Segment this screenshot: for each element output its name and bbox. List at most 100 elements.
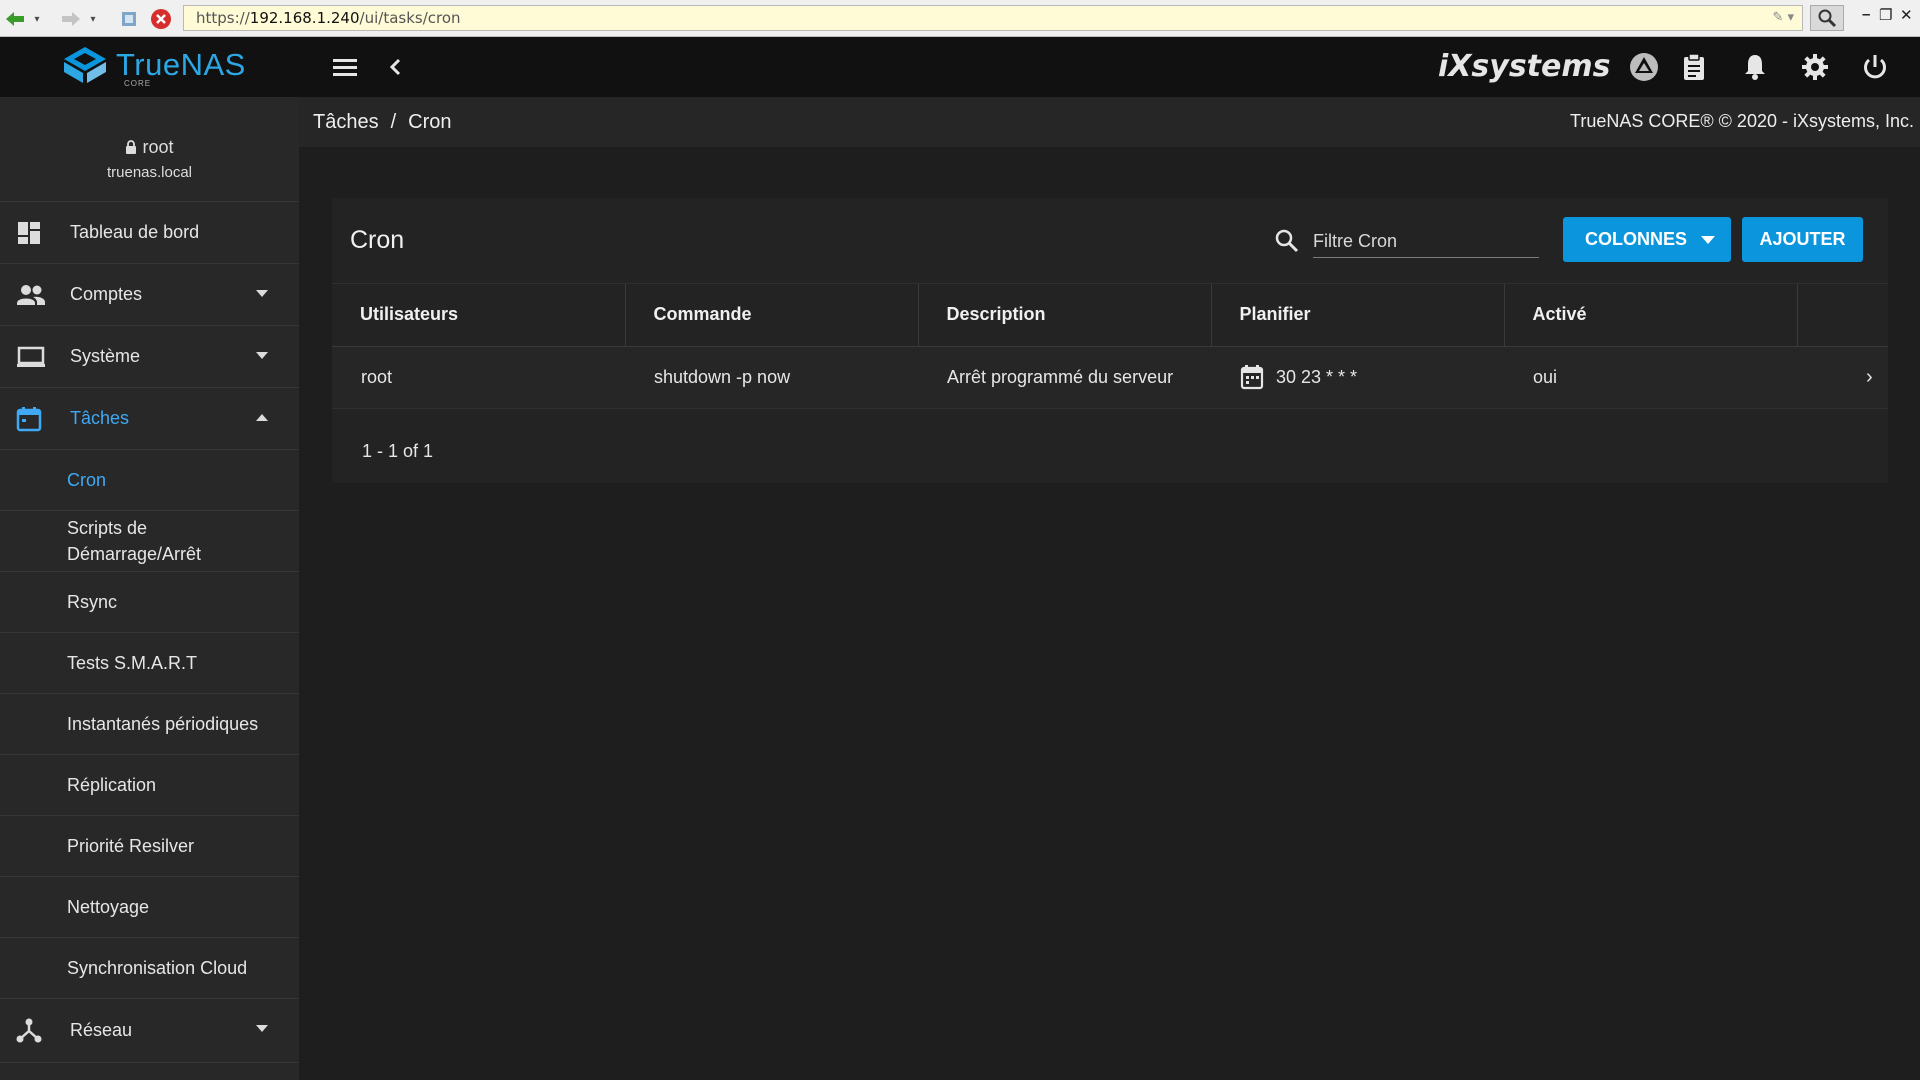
sidebar-item-accounts[interactable]: Comptes — [0, 264, 299, 326]
power-icon[interactable] — [1857, 49, 1893, 85]
ixsystems-logo[interactable]: iXsystems — [1438, 49, 1611, 84]
copyright: TrueNAS CORE® © 2020 - iXsystems, Inc. — [1570, 111, 1914, 131]
sidebar-item-label: Système — [70, 346, 141, 366]
chevron-down-icon — [1701, 236, 1715, 244]
search-input[interactable] — [1313, 225, 1539, 258]
history-dropdown-icon[interactable]: ▾ — [30, 6, 44, 32]
column-header-users[interactable]: Utilisateurs — [332, 284, 626, 347]
sidebar-item-label: Tableau de bord — [70, 222, 200, 242]
reload-icon[interactable] — [116, 6, 142, 32]
expand-row-cell[interactable]: › — [1797, 346, 1888, 409]
sidebar-item-dashboard[interactable]: Tableau de bord — [0, 202, 299, 264]
url-host: 192.168.1.240 — [249, 9, 360, 27]
card-header: Cron COLONNES AJOUTER — [332, 198, 1888, 284]
sidebar-subitem-snapshots[interactable]: Instantanés périodiques — [0, 694, 299, 755]
chevron-down-icon — [256, 1025, 268, 1032]
bell-icon[interactable] — [1737, 49, 1773, 85]
sidebar-item-network[interactable]: Réseau — [0, 999, 299, 1063]
column-header-schedule[interactable]: Planifier — [1211, 284, 1505, 347]
sidebar-subitem-label: Scripts de Démarrage/Arrêt — [67, 518, 202, 564]
breadcrumb-current: Cron — [408, 111, 452, 133]
back-icon[interactable] — [2, 6, 28, 32]
cron-table: Utilisateurs Commande Description Planif… — [332, 284, 1888, 409]
cell-enabled: oui — [1504, 346, 1797, 409]
cell-schedule: 30 23 * * * — [1211, 346, 1504, 409]
logo-core-label: CORE — [124, 79, 152, 88]
page-title: Cron — [350, 226, 405, 254]
forward-icon[interactable] — [58, 6, 84, 32]
search-icon — [1274, 228, 1300, 254]
network-icon — [16, 1017, 44, 1043]
schedule-text: 30 23 * * * — [1276, 366, 1358, 387]
lock-icon — [126, 140, 137, 154]
cell-command: shutdown -p now — [625, 346, 918, 409]
sidebar-item-label: Tâches — [70, 408, 130, 428]
sidebar-subitem-cron[interactable]: Cron — [0, 450, 299, 511]
sidebar-subitem-scrub[interactable]: Nettoyage — [0, 877, 299, 938]
task-manager-icon[interactable] — [1676, 49, 1712, 85]
chevron-down-icon — [256, 352, 268, 359]
accounts-icon — [16, 282, 45, 308]
sidebar-subitem-replication[interactable]: Réplication — [0, 755, 299, 816]
address-bar[interactable]: https://192.168.1.240/ui/tasks/cron ✎ ▾ — [183, 5, 1803, 31]
sidebar-item-label: Réseau — [70, 1020, 133, 1040]
address-dropdown-icon[interactable]: ✎ ▾ — [1772, 6, 1794, 30]
sidebar: root truenas.local Tableau de bord Compt… — [0, 97, 299, 1080]
pagination-label: 1 - 1 of 1 — [362, 441, 434, 461]
close-window-icon[interactable]: ✕ — [1900, 6, 1913, 24]
browser-toolbar: ▾ ▾ https://192.168.1.240/ui/tasks/cron … — [0, 0, 1920, 37]
column-header-enabled[interactable]: Activé — [1504, 284, 1798, 347]
sidebar-item-label: Comptes — [70, 284, 143, 304]
cron-card: Cron COLONNES AJOUTER Utilisateurs Comma… — [332, 198, 1888, 483]
breadcrumb: Tâches / Cron — [313, 111, 452, 134]
calendar-icon — [1240, 365, 1264, 390]
cell-user: root — [332, 346, 625, 409]
breadcrumb-separator: / — [390, 111, 397, 133]
column-header-actions — [1797, 284, 1888, 347]
truenas-logo-icon — [64, 47, 106, 83]
sidebar-subitem-rsync[interactable]: Rsync — [0, 572, 299, 633]
breadcrumb-bar: Tâches / Cron TrueNAS CORE® © 2020 - iXsys… — [299, 97, 1920, 147]
host-name: truenas.local — [106, 164, 193, 181]
logo-text: TrueNAS — [116, 47, 246, 82]
sidebar-subitem-smart-tests[interactable]: Tests S.M.A.R.T — [0, 633, 299, 694]
breadcrumb-parent[interactable]: Tâches — [313, 111, 379, 133]
tasks-calendar-icon — [16, 406, 44, 432]
cell-description: Arrêt programmé du serveur — [918, 346, 1211, 409]
user-block: root truenas.local — [0, 97, 299, 202]
sidebar-item-system[interactable]: Système — [0, 326, 299, 388]
user-name-row: root — [0, 137, 299, 158]
system-icon — [16, 344, 45, 370]
columns-button-label: COLONNES — [1585, 229, 1688, 249]
user-name: root — [142, 137, 174, 157]
restore-icon[interactable]: ❐ — [1879, 6, 1892, 24]
chevron-down-icon — [256, 290, 268, 297]
table-header-row: Utilisateurs Commande Description Planif… — [332, 284, 1888, 347]
columns-button[interactable]: COLONNES — [1563, 217, 1731, 262]
gear-icon[interactable] — [1797, 49, 1833, 85]
truecommand-icon[interactable] — [1626, 49, 1662, 85]
schedule-wrapper: 30 23 * * * — [1240, 364, 1504, 390]
truenas-logo[interactable]: TrueNAS — [62, 45, 246, 85]
top-bar: TrueNAS CORE iXsystems — [0, 37, 1920, 97]
add-button[interactable]: AJOUTER — [1742, 217, 1863, 262]
ixsystems-mark: iXsystems — [1438, 49, 1611, 84]
sidebar-item-tasks[interactable]: Tâches — [0, 388, 299, 450]
minimize-icon[interactable]: – — [1862, 6, 1870, 23]
sidebar-subitem-cloud-sync[interactable]: Synchronisation Cloud — [0, 938, 299, 999]
dashboard-icon — [16, 220, 44, 246]
column-header-command[interactable]: Commande — [625, 284, 919, 347]
url-scheme: https:// — [196, 9, 250, 27]
sidebar-subitem-init-scripts[interactable]: Scripts de Démarrage/Arrêt — [0, 511, 299, 572]
url-path: /ui/tasks/cron — [359, 9, 461, 27]
forward-dropdown-icon[interactable]: ▾ — [86, 6, 100, 32]
table-row[interactable]: root shutdown -p now Arrêt programmé du … — [332, 346, 1888, 409]
sidebar-subitem-resilver[interactable]: Priorité Resilver — [0, 816, 299, 877]
collapse-chevron-icon[interactable] — [377, 49, 413, 85]
chevron-up-icon — [256, 414, 268, 421]
stop-icon[interactable] — [148, 6, 174, 32]
menu-icon[interactable] — [327, 49, 363, 85]
browser-search-icon[interactable] — [1810, 5, 1844, 31]
chevron-right-icon[interactable]: › — [1826, 366, 1873, 388]
column-header-description[interactable]: Description — [918, 284, 1212, 347]
